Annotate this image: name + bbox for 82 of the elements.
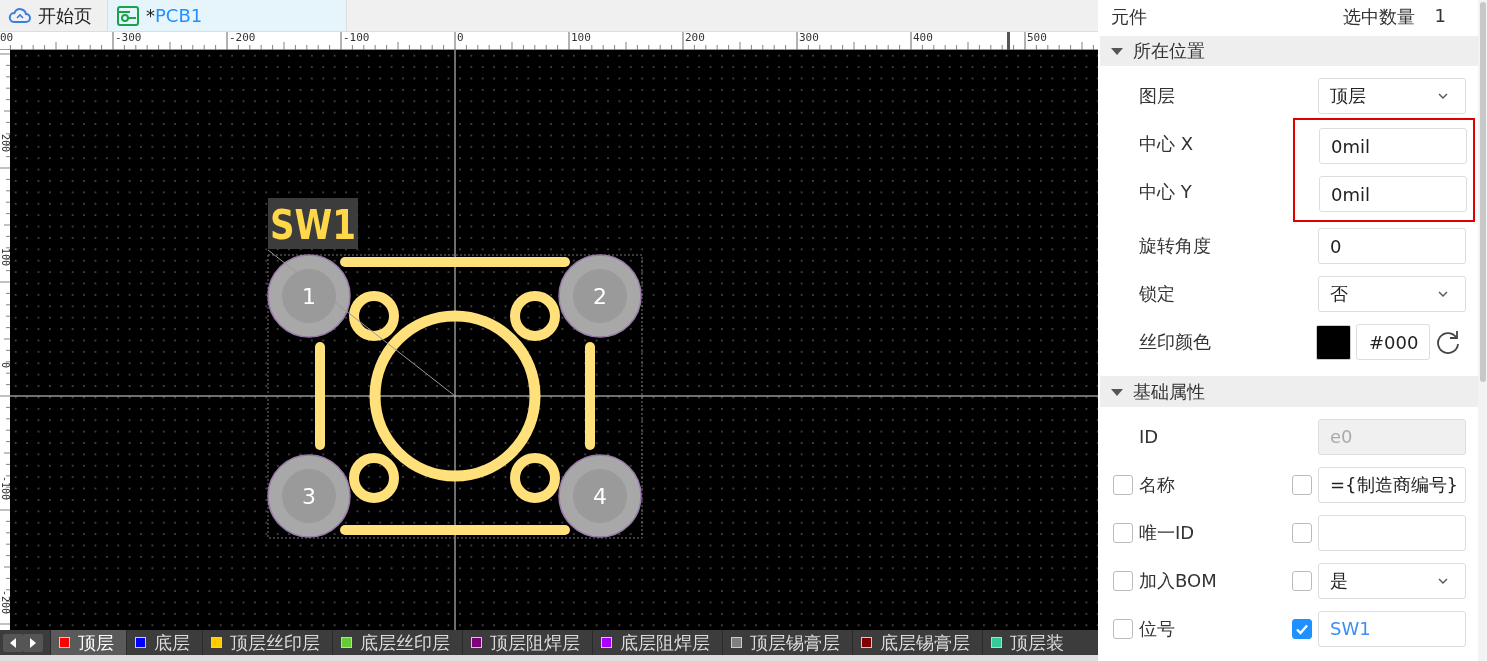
- input-field[interactable]: 0mil: [1319, 128, 1467, 165]
- scroll-right-button[interactable]: [23, 633, 43, 652]
- ruler-label: 400: [913, 32, 933, 44]
- ruler-label: -100: [343, 32, 370, 44]
- property-label: 唯一ID: [1139, 521, 1195, 545]
- ruler-label: -200: [0, 590, 10, 616]
- property-label: 中心 X: [1139, 132, 1194, 157]
- pad[interactable]: [267, 254, 351, 338]
- scrollbar[interactable]: [1478, 0, 1487, 661]
- pad-number: 4: [593, 484, 607, 509]
- layer-tab[interactable]: 底层阻焊层: [592, 630, 722, 655]
- unsaved-mark: *: [146, 5, 155, 26]
- layer-tab[interactable]: 底层: [126, 630, 202, 655]
- pad[interactable]: [558, 454, 642, 538]
- cloud-icon: [8, 5, 32, 26]
- chevron-icon: [1437, 92, 1449, 101]
- checkbox[interactable]: [1113, 475, 1133, 495]
- layer-tab[interactable]: 顶层锡膏层: [722, 630, 852, 655]
- reset-icon[interactable]: [1435, 329, 1461, 356]
- designator-label[interactable]: SW1: [270, 202, 371, 248]
- layer-tab[interactable]: 顶层阻焊层: [462, 630, 592, 655]
- ruler-label: -300: [115, 32, 142, 44]
- pad-number: 3: [302, 484, 316, 509]
- property-label: 旋转角度: [1139, 234, 1211, 259]
- property-label: 名称: [1139, 473, 1175, 497]
- ruler-label: 300: [799, 32, 819, 44]
- panel-title: 元件: [1111, 4, 1147, 29]
- checkbox[interactable]: [1113, 523, 1133, 543]
- scroll-left-button[interactable]: [3, 633, 23, 652]
- layer-tab[interactable]: 底层锡膏层: [852, 630, 982, 655]
- checkbox[interactable]: [1292, 619, 1312, 639]
- scrollbar-thumb[interactable]: [1480, 2, 1486, 382]
- pad[interactable]: [558, 254, 642, 338]
- section-header[interactable]: 所在位置: [1100, 35, 1478, 67]
- ruler-label: -100: [0, 476, 10, 502]
- pad-number: 2: [593, 284, 607, 309]
- input-field[interactable]: 0: [1318, 228, 1466, 265]
- ruler-label: 500: [1027, 32, 1047, 44]
- ruler-label: 100: [0, 248, 10, 269]
- checkbox[interactable]: [1292, 523, 1312, 543]
- property-label: 锁定: [1139, 282, 1175, 307]
- checkbox[interactable]: [1113, 571, 1133, 591]
- document-tab[interactable]: *PCB1: [108, 0, 347, 31]
- ruler-label: 200: [685, 32, 705, 44]
- input-field[interactable]: [1318, 515, 1466, 551]
- layer-tab[interactable]: 顶层: [50, 630, 126, 655]
- checkbox[interactable]: [1292, 475, 1312, 495]
- input-field[interactable]: #000: [1356, 324, 1430, 361]
- left-arrow-icon: [9, 637, 17, 648]
- property-label: 图层: [1139, 84, 1175, 109]
- ruler-label: 00: [0, 32, 14, 44]
- chevron-icon: [1437, 290, 1449, 299]
- input-field[interactable]: 0mil: [1319, 176, 1467, 213]
- layer-tab[interactable]: 底层丝印层: [332, 630, 462, 655]
- right-arrow-icon: [29, 637, 37, 648]
- checkbox[interactable]: [1292, 571, 1312, 591]
- circuit-board-icon: [116, 4, 140, 27]
- layer-tab[interactable]: 顶层装: [982, 630, 1076, 655]
- pad[interactable]: [267, 454, 351, 538]
- dropdown[interactable]: 顶层: [1318, 78, 1466, 115]
- ruler-label: 0: [0, 362, 10, 371]
- checkbox[interactable]: [1113, 619, 1133, 639]
- ruler-label: 200: [0, 134, 10, 155]
- layer-tab[interactable]: 顶层丝印层: [202, 630, 332, 655]
- section-header[interactable]: 基础属性: [1100, 376, 1478, 407]
- property-label: 丝印颜色: [1139, 330, 1211, 355]
- chevron-icon: [1437, 577, 1449, 585]
- dropdown[interactable]: 是: [1318, 563, 1466, 599]
- pad-number: 1: [302, 284, 316, 309]
- ruler-label: -200: [229, 32, 256, 44]
- dropdown[interactable]: 否: [1318, 276, 1466, 313]
- color-swatch[interactable]: [1316, 324, 1351, 360]
- ruler-label: 0: [457, 32, 464, 44]
- property-label: 加入BOM: [1139, 569, 1217, 593]
- property-label: 位号: [1139, 617, 1175, 641]
- selection-count: 1: [1434, 4, 1446, 28]
- ruler-label: 100: [571, 32, 591, 44]
- pcb-canvas[interactable]: 1 2 3 4 SW1: [10, 50, 1098, 630]
- input-field[interactable]: ={制造商编号}: [1318, 467, 1466, 503]
- property-label: 中心 Y: [1139, 180, 1192, 205]
- property-label: ID: [1139, 426, 1159, 448]
- selection-count-label: 选中数量: [1342, 4, 1415, 29]
